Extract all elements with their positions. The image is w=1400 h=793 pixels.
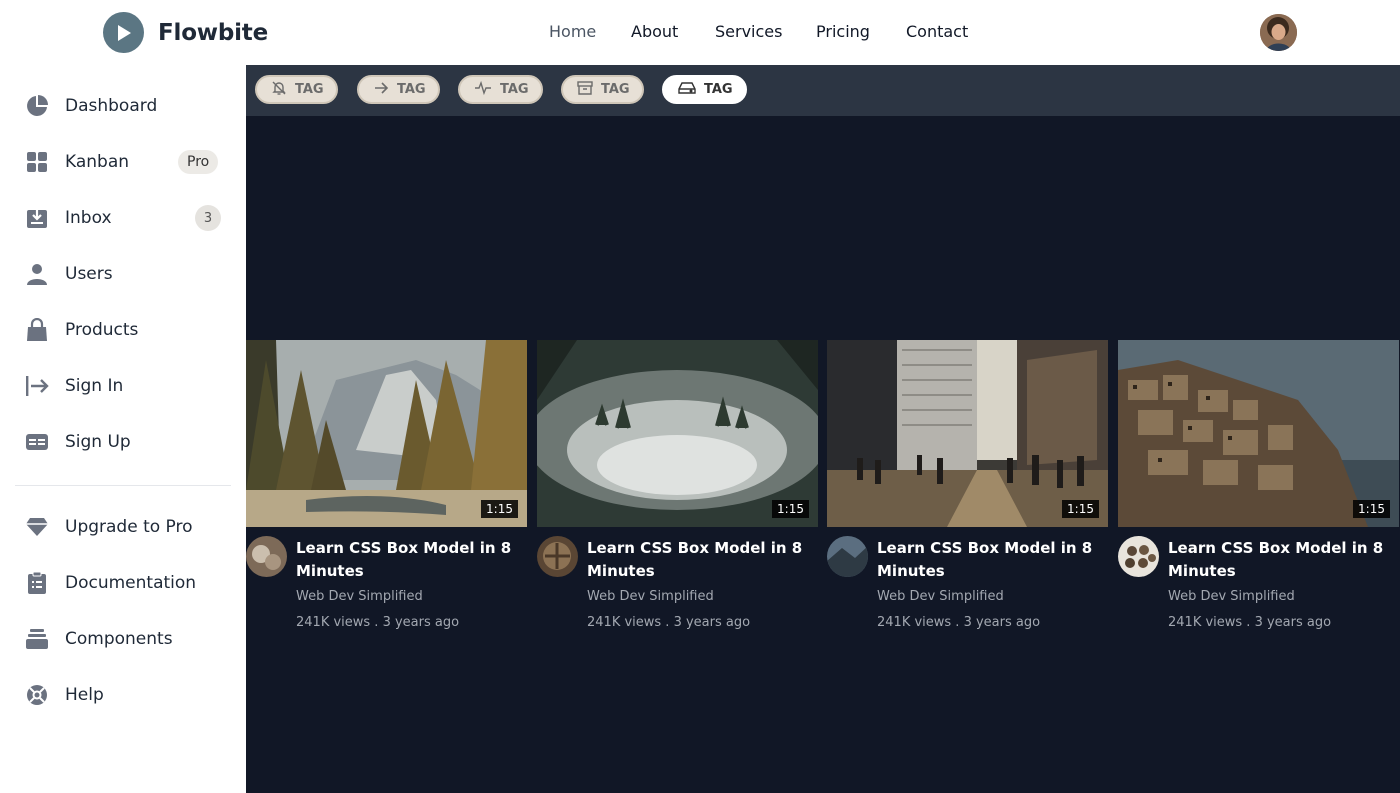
tag-label: TAG	[500, 82, 529, 97]
sidebar-item-label: Components	[65, 629, 173, 649]
clipboard-icon	[24, 570, 50, 596]
tag-label: TAG	[704, 82, 733, 97]
inbox-icon	[24, 205, 50, 231]
sign-up-icon	[24, 429, 50, 455]
channel-name[interactable]: Web Dev Simplified	[587, 589, 714, 604]
lifebuoy-icon	[24, 682, 50, 708]
sidebar-item-label: Products	[65, 320, 139, 340]
sign-in-icon	[24, 373, 50, 399]
sidebar-item-dashboard[interactable]: Dashboard	[24, 90, 224, 122]
video-duration: 1:15	[1062, 500, 1099, 518]
channel-name[interactable]: Web Dev Simplified	[296, 589, 423, 604]
channel-avatar[interactable]	[537, 536, 578, 577]
activity-icon	[474, 80, 492, 100]
pro-badge: Pro	[178, 150, 219, 174]
video-title[interactable]: Learn CSS Box Model in 8 Minutes	[296, 537, 526, 583]
sidebar-item-documentation[interactable]: Documentation	[24, 567, 224, 599]
video-duration: 1:15	[1353, 500, 1390, 518]
archive-icon	[577, 80, 593, 100]
channel-name[interactable]: Web Dev Simplified	[1168, 589, 1295, 604]
tag-label: TAG	[397, 82, 426, 97]
nav-link-contact[interactable]: Contact	[906, 22, 968, 41]
tag-chip-active[interactable]: TAG	[662, 75, 747, 104]
sidebar-item-inbox[interactable]: Inbox 3	[24, 202, 224, 234]
sidebar-item-upgrade[interactable]: Upgrade to Pro	[24, 511, 224, 543]
layers-icon	[24, 626, 50, 652]
video-meta: 241K views . 3 years ago	[877, 615, 1041, 630]
sidebar-item-label: Upgrade to Pro	[65, 517, 193, 537]
sidebar: Dashboard Kanban Pro Inbox 3 Users Produ…	[0, 65, 246, 793]
bell-off-icon	[271, 80, 287, 100]
video-title[interactable]: Learn CSS Box Model in 8 Minutes	[587, 537, 817, 583]
channel-avatar[interactable]	[827, 536, 868, 577]
user-icon	[24, 261, 50, 287]
sidebar-item-products[interactable]: Products	[24, 314, 224, 346]
sidebar-item-label: Kanban	[65, 152, 130, 172]
sidebar-item-help[interactable]: Help	[24, 679, 224, 711]
video-title[interactable]: Learn CSS Box Model in 8 Minutes	[1168, 537, 1398, 583]
inbox-count-badge: 3	[195, 205, 221, 231]
tag-label: TAG	[295, 82, 324, 97]
nav-link-about[interactable]: About	[631, 22, 678, 41]
tag-chip[interactable]: TAG	[561, 75, 644, 104]
main-content: TAG TAG TAG TAG TAG 1:15 Learn CSS Box M…	[246, 65, 1400, 793]
sidebar-item-label: Documentation	[65, 573, 197, 593]
video-meta: 241K views . 3 years ago	[296, 615, 460, 630]
tag-bar: TAG TAG TAG TAG TAG	[246, 65, 1400, 116]
video-card[interactable]: 1:15 Learn CSS Box Model in 8 Minutes We…	[246, 340, 527, 640]
tag-label: TAG	[601, 82, 630, 97]
sidebar-item-kanban[interactable]: Kanban Pro	[24, 146, 224, 178]
tag-chip[interactable]: TAG	[357, 75, 440, 104]
grid-icon	[24, 149, 50, 175]
sidebar-item-label: Help	[65, 685, 104, 705]
sidebar-item-label: Users	[65, 264, 113, 284]
tag-chip[interactable]: TAG	[255, 75, 338, 104]
nav-link-home[interactable]: Home	[549, 22, 596, 41]
sidebar-item-label: Dashboard	[65, 96, 158, 116]
user-avatar[interactable]	[1260, 14, 1297, 51]
sidebar-item-label: Sign In	[65, 376, 124, 396]
video-duration: 1:15	[772, 500, 809, 518]
nav-link-pricing[interactable]: Pricing	[816, 22, 870, 41]
channel-avatar[interactable]	[246, 536, 287, 577]
video-thumbnail[interactable]: 1:15	[246, 340, 527, 527]
sidebar-item-components[interactable]: Components	[24, 623, 224, 655]
sidebar-item-sign-in[interactable]: Sign In	[24, 370, 224, 402]
video-card[interactable]: 1:15 Learn CSS Box Model in 8 Minutes We…	[537, 340, 818, 640]
sidebar-item-users[interactable]: Users	[24, 258, 224, 290]
video-title[interactable]: Learn CSS Box Model in 8 Minutes	[877, 537, 1107, 583]
video-meta: 241K views . 3 years ago	[587, 615, 751, 630]
video-thumbnail[interactable]: 1:15	[827, 340, 1108, 527]
sidebar-item-sign-up[interactable]: Sign Up	[24, 426, 224, 458]
pie-chart-icon	[24, 93, 50, 119]
top-navbar: Flowbite Home About Services Pricing Con…	[0, 0, 1400, 65]
sidebar-item-label: Inbox	[65, 208, 112, 228]
shopping-bag-icon	[24, 317, 50, 343]
diamond-icon	[24, 514, 50, 540]
channel-avatar[interactable]	[1118, 536, 1159, 577]
arrow-right-icon	[373, 80, 389, 100]
channel-name[interactable]: Web Dev Simplified	[877, 589, 1004, 604]
video-card[interactable]: 1:15 Learn CSS Box Model in 8 Minutes We…	[827, 340, 1108, 640]
video-thumbnail[interactable]: 1:15	[537, 340, 818, 527]
tag-chip[interactable]: TAG	[458, 75, 543, 104]
video-duration: 1:15	[481, 500, 518, 518]
main-nav: Home About Services Pricing Contact	[0, 22, 1400, 44]
nav-link-services[interactable]: Services	[715, 22, 782, 41]
sidebar-divider	[15, 485, 231, 486]
video-thumbnail[interactable]: 1:15	[1118, 340, 1399, 527]
video-meta: 241K views . 3 years ago	[1168, 615, 1332, 630]
hard-drive-icon	[678, 80, 696, 100]
video-card[interactable]: 1:15 Learn CSS Box Model in 8 Minutes We…	[1118, 340, 1399, 640]
sidebar-item-label: Sign Up	[65, 432, 131, 452]
